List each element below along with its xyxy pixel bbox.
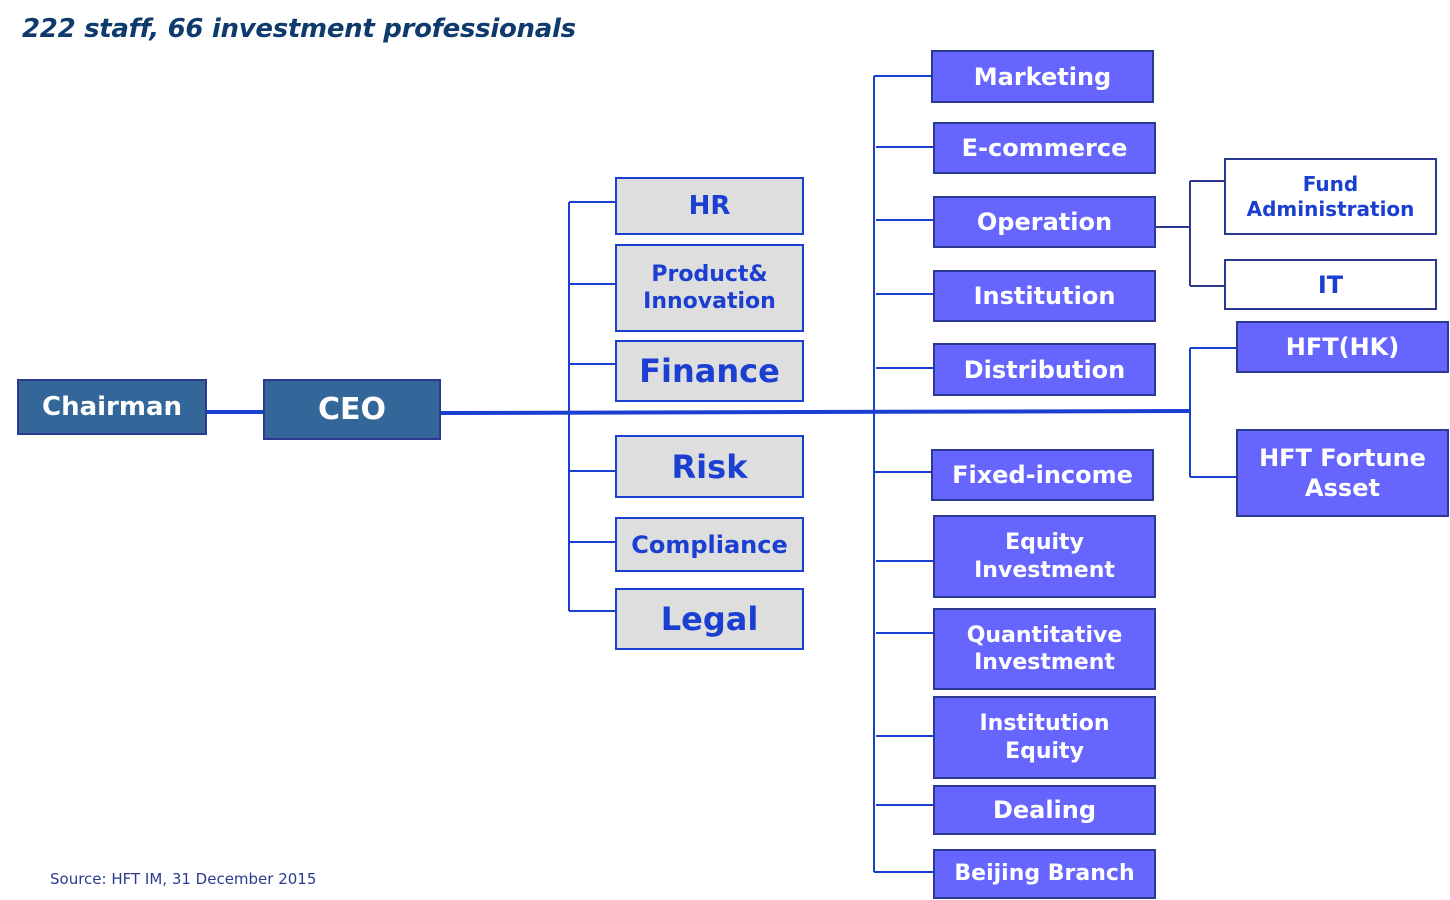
subunit-fund-administration: Fund Administration xyxy=(1224,158,1437,235)
unit-distribution: Distribution xyxy=(933,343,1156,396)
chairman-box: Chairman xyxy=(17,379,207,435)
support-compliance: Compliance xyxy=(615,517,804,572)
subsidiary-hft-fortune-asset: HFT Fortune Asset xyxy=(1236,429,1449,517)
unit-institution: Institution xyxy=(933,270,1156,322)
support-legal: Legal xyxy=(615,588,804,650)
connector-main-trunk xyxy=(439,409,1191,415)
unit-fixed-income: Fixed-income xyxy=(931,449,1154,501)
unit-ecommerce: E-commerce xyxy=(933,122,1156,174)
unit-marketing: Marketing xyxy=(931,50,1154,103)
support-risk: Risk xyxy=(615,435,804,498)
unit-beijing-branch: Beijing Branch xyxy=(933,849,1156,899)
unit-quantitative-investment: Quantitative Investment xyxy=(933,608,1156,690)
support-hr: HR xyxy=(615,177,804,235)
unit-equity-investment: Equity Investment xyxy=(933,515,1156,598)
subunit-it: IT xyxy=(1224,259,1437,310)
ceo-box: CEO xyxy=(263,379,441,440)
support-finance: Finance xyxy=(615,340,804,402)
subsidiary-hft-hk: HFT(HK) xyxy=(1236,321,1449,373)
unit-institution-equity: Institution Equity xyxy=(933,696,1156,779)
source-note: Source: HFT IM, 31 December 2015 xyxy=(50,870,317,888)
unit-operation: Operation xyxy=(933,196,1156,248)
support-product-innovation: Product& Innovation xyxy=(615,244,804,332)
unit-dealing: Dealing xyxy=(933,785,1156,835)
